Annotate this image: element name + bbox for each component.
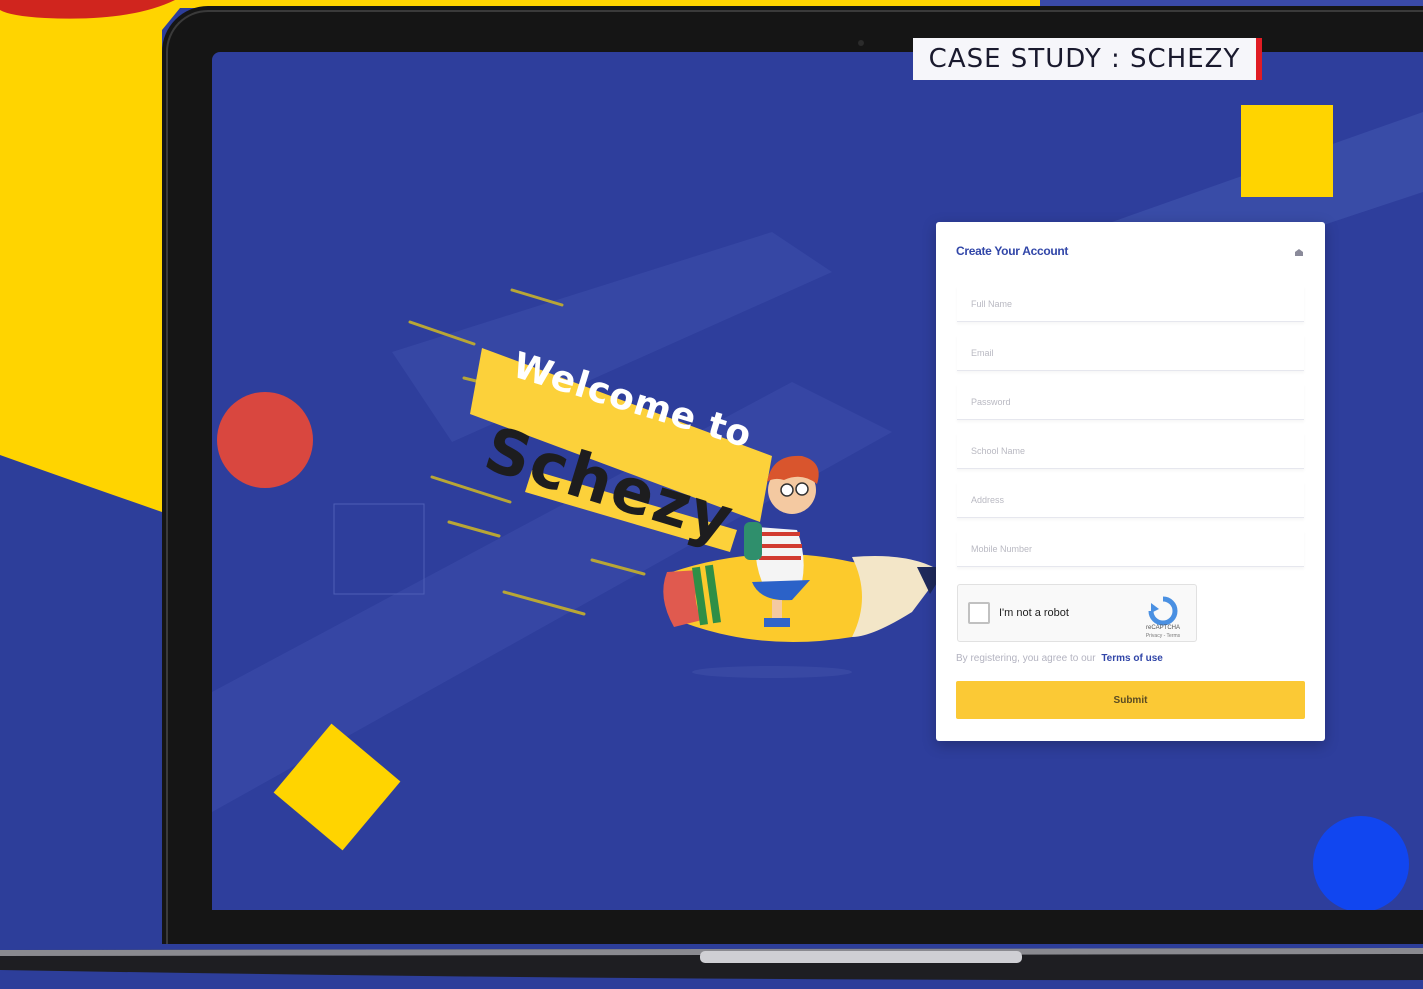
recaptcha-label: I'm not a robot <box>999 607 1069 619</box>
password-input[interactable] <box>957 384 1304 419</box>
full-name-input[interactable] <box>957 286 1304 321</box>
signup-form-card: Create Your Account I'm not a robot reCA… <box>936 222 1325 741</box>
case-study-badge: CASE STUDY : SCHEZY <box>913 38 1262 80</box>
school-name-input[interactable] <box>957 433 1304 468</box>
terms-text: By registering, you agree to our Terms o… <box>956 653 1163 664</box>
form-title: Create Your Account <box>956 244 1069 258</box>
recaptcha-links: Privacy - Terms <box>1145 633 1181 639</box>
terms-link[interactable]: Terms of use <box>1101 653 1163 664</box>
address-field[interactable] <box>957 482 1304 518</box>
password-field[interactable] <box>957 384 1304 420</box>
blue-circle-shape <box>1313 816 1409 910</box>
school-name-field[interactable] <box>957 433 1304 469</box>
recaptcha-widget: I'm not a robot reCAPTCHA Privacy - Term… <box>957 584 1197 642</box>
email-field[interactable] <box>957 335 1304 371</box>
pencil-illustration <box>663 554 947 678</box>
home-icon[interactable] <box>1294 248 1304 256</box>
mobile-number-input[interactable] <box>957 531 1304 566</box>
full-name-field[interactable] <box>957 286 1304 322</box>
red-circle-shape <box>217 392 313 488</box>
camera-icon <box>858 40 864 46</box>
terms-prefix: By registering, you agree to our <box>956 653 1096 664</box>
address-input[interactable] <box>957 482 1304 517</box>
mobile-number-field[interactable] <box>957 531 1304 567</box>
email-input[interactable] <box>957 335 1304 370</box>
yellow-square-shape <box>1241 105 1333 197</box>
submit-button[interactable]: Submit <box>956 681 1305 719</box>
recaptcha-brand: reCAPTCHA <box>1145 625 1180 631</box>
laptop-base <box>0 944 1423 989</box>
recaptcha-checkbox[interactable] <box>968 602 990 624</box>
